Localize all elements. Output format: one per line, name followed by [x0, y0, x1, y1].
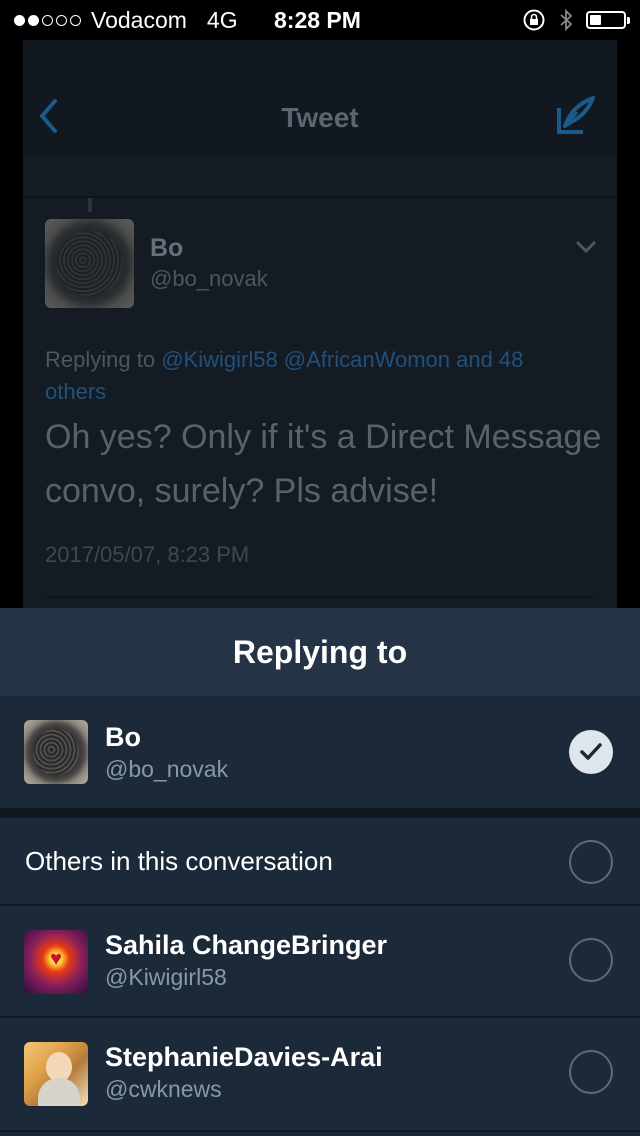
others-toggle-row[interactable]: Others in this conversation: [0, 818, 640, 904]
recipient-name: Sahila ChangeBringer: [105, 930, 388, 960]
tweet-detail-screen: Tweet Muted conversation Bo @bo_novak Re…: [23, 40, 617, 608]
nav-bar: Tweet: [23, 40, 617, 158]
replying-to-line: Replying to @Kiwigirl58 @AfricanWomon an…: [45, 344, 585, 408]
avatar: [24, 930, 88, 994]
recipient-row-primary[interactable]: Bo @bo_novak: [0, 696, 640, 808]
tweet-text: Oh yes? Only if it's a Direct Message co…: [45, 418, 602, 510]
status-bar: Vodacom 4G 8:28 PM: [0, 0, 640, 40]
network-label: 4G: [206, 7, 238, 33]
section-divider: [0, 808, 640, 818]
bluetooth-icon: [560, 8, 573, 32]
sheet-header: Replying to: [0, 608, 640, 696]
clock: 8:28 PM: [274, 7, 361, 33]
rotation-lock-icon: [523, 9, 545, 31]
status-right: [522, 8, 630, 32]
avatar[interactable]: [45, 219, 134, 308]
replying-to-sheet: Replying to Bo @bo_novak Others in this …: [0, 608, 640, 1136]
thread-connector: [88, 198, 92, 212]
replying-to-prefix: Replying to: [45, 347, 156, 372]
status-left: Vodacom 4G: [14, 7, 238, 34]
recipient-row[interactable]: Sahila ChangeBringer @Kiwigirl58: [0, 906, 640, 1016]
recipient-name: Bo: [105, 722, 141, 752]
battery-icon: [586, 11, 630, 29]
divider: [23, 196, 617, 198]
battery-level: [590, 15, 601, 25]
checkmark-icon[interactable]: [569, 730, 613, 774]
tweet-author-handle[interactable]: @bo_novak: [150, 266, 268, 292]
tweet-author-name[interactable]: Bo: [150, 234, 183, 263]
circle-checkbox-icon[interactable]: [569, 938, 613, 982]
recipient-name: StephanieDavies-Arai: [105, 1042, 383, 1072]
avatar: [24, 1042, 88, 1106]
recipient-handle: @cwknews: [105, 1076, 222, 1102]
recipient-handle: @Kiwigirl58: [105, 964, 227, 990]
signal-strength-icon: [14, 15, 81, 26]
recipient-handle: @bo_novak: [105, 756, 229, 782]
page-title: Tweet: [281, 102, 359, 133]
recipient-row[interactable]: StephanieDavies-Arai @cwknews: [0, 1018, 640, 1130]
avatar: [24, 720, 88, 784]
compose-tweet-icon[interactable]: [555, 94, 597, 136]
divider: [0, 1130, 640, 1132]
divider: [45, 596, 595, 598]
circle-checkbox-icon[interactable]: [569, 840, 613, 884]
carrier-label: Vodacom: [91, 7, 187, 33]
tweet-timestamp: 2017/05/07, 8:23 PM: [45, 542, 250, 567]
chevron-down-icon[interactable]: [575, 240, 597, 254]
others-label: Others in this conversation: [25, 846, 333, 876]
circle-checkbox-icon[interactable]: [569, 1050, 613, 1094]
sheet-title: Replying to: [232, 634, 408, 670]
